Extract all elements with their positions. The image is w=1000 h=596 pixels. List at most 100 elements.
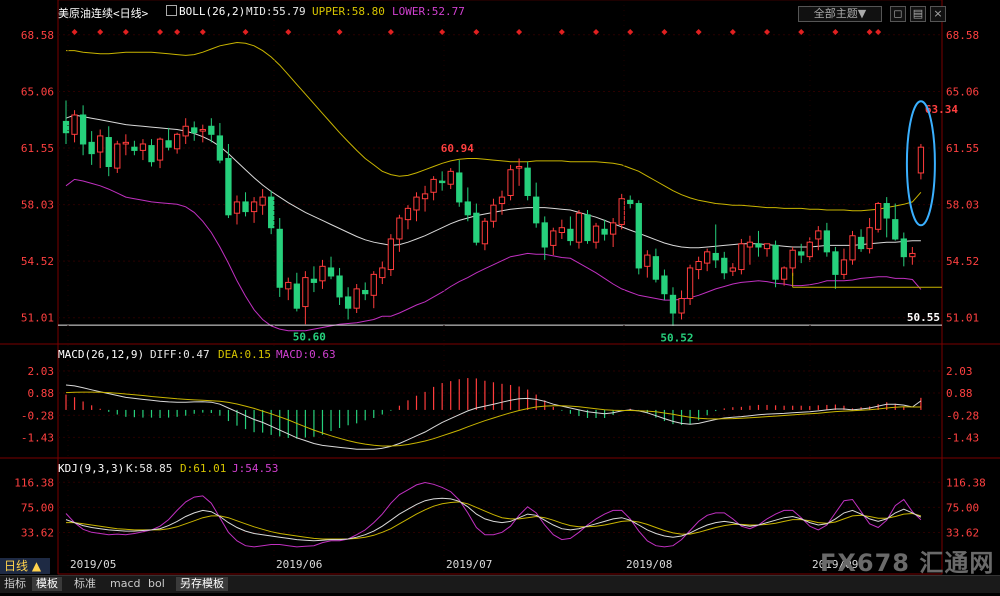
y-tick-label-left: 54.52 xyxy=(21,255,54,268)
tab-macd[interactable]: macd xyxy=(106,577,145,591)
price-annotation: 60.94 xyxy=(441,142,474,155)
candle xyxy=(917,143,925,180)
candle-body xyxy=(62,120,70,134)
candle-body xyxy=(191,127,198,134)
candle xyxy=(62,100,70,144)
candle-body xyxy=(857,236,865,250)
close-icon[interactable]: × xyxy=(930,6,946,22)
candle xyxy=(387,234,395,276)
candle-body xyxy=(353,288,360,309)
candle-body xyxy=(88,141,95,155)
candle-body xyxy=(627,199,634,205)
candle xyxy=(122,134,129,156)
candle xyxy=(71,110,78,143)
candle xyxy=(550,227,557,256)
candle-body xyxy=(823,230,831,253)
candle xyxy=(319,259,326,289)
y-tick-label-left: 0.88 xyxy=(28,387,55,400)
candle-body xyxy=(216,135,224,161)
candle-body xyxy=(669,294,677,314)
kdj-label: KDJ(9,3,3) xyxy=(58,462,125,475)
candle-body xyxy=(182,125,189,137)
bottom-tab-bar: 指标 模板 标准 macd bol 另存模板 xyxy=(0,575,1000,593)
candle-body xyxy=(473,212,480,243)
candle-body xyxy=(293,283,300,309)
candle xyxy=(268,190,275,235)
restore-icon[interactable]: ◻ xyxy=(890,6,906,22)
candle-body xyxy=(362,289,369,295)
candle-body xyxy=(139,143,147,151)
candle xyxy=(302,271,309,325)
candle-body xyxy=(644,254,651,267)
candle xyxy=(148,139,155,167)
candle xyxy=(165,127,172,151)
candle-body xyxy=(798,251,805,256)
candle xyxy=(421,185,429,212)
period-selector[interactable]: 日线 ▲ xyxy=(0,558,50,574)
candle xyxy=(755,230,762,257)
candle xyxy=(242,192,249,217)
candle xyxy=(473,203,480,246)
candle-body xyxy=(866,227,873,250)
candle xyxy=(97,129,104,169)
candle-body xyxy=(439,180,446,184)
candle-body xyxy=(71,114,78,135)
tab-indicator[interactable]: 指标 xyxy=(0,577,30,591)
candle-body xyxy=(336,275,343,298)
candle-body xyxy=(840,259,848,275)
tab-bol[interactable]: bol xyxy=(144,577,169,591)
tab-standard[interactable]: 标准 xyxy=(70,577,100,591)
candle xyxy=(832,247,839,289)
tab-template[interactable]: 模板 xyxy=(32,577,62,591)
macd-diff-value: DIFF:0.47 xyxy=(150,348,210,361)
y-tick-label-left: -0.28 xyxy=(21,409,54,422)
candle-body xyxy=(370,273,377,296)
candle xyxy=(704,248,711,272)
boll-label: BOLL(26,2) xyxy=(179,5,246,18)
settings-icon[interactable]: ▤ xyxy=(910,6,926,22)
candle-body xyxy=(421,193,429,200)
candle-body xyxy=(763,243,771,250)
candle xyxy=(618,193,625,230)
y-tick-label-left: 51.01 xyxy=(21,312,54,325)
theme-select-button[interactable]: 全部主题▼ xyxy=(798,6,882,22)
tab-save-template[interactable]: 另存模板 xyxy=(176,577,228,591)
candle xyxy=(413,192,420,222)
y-tick-label-left: 65.06 xyxy=(21,85,54,98)
candle-body xyxy=(900,238,907,258)
candle-body xyxy=(704,251,711,264)
candle xyxy=(293,272,300,312)
candle xyxy=(883,197,890,238)
candle xyxy=(344,287,352,320)
candle-body xyxy=(789,249,796,269)
candle-body xyxy=(507,169,514,196)
kdj-k-value: K:58.85 xyxy=(126,462,173,475)
candle-body xyxy=(148,145,155,163)
candle-body xyxy=(533,196,540,224)
candle xyxy=(139,139,147,161)
signal-marker xyxy=(866,29,873,35)
candle-body xyxy=(815,230,822,240)
candle xyxy=(515,158,523,186)
y-tick-label-right: 58.03 xyxy=(946,199,979,212)
candle-body xyxy=(233,201,241,214)
candle xyxy=(729,263,736,276)
candle xyxy=(250,197,258,223)
candle xyxy=(567,216,574,246)
signal-marker xyxy=(473,29,480,35)
y-tick-label-left: 58.03 xyxy=(21,199,54,212)
candle xyxy=(840,248,848,280)
candle-body xyxy=(387,238,395,271)
chart-canvas: 68.58 68.58 65.06 65.06 61.55 61.55 58.03 58.03… xyxy=(0,0,1000,575)
kdj-d-value: D:61.01 xyxy=(180,462,227,475)
candle-body xyxy=(285,281,292,290)
candle-body xyxy=(567,228,574,242)
signal-marker xyxy=(661,29,668,35)
candle-body xyxy=(686,267,694,300)
candle xyxy=(259,189,266,215)
candle-body xyxy=(396,217,403,240)
signal-marker xyxy=(157,29,164,35)
boll-mid-value: MID:55.79 xyxy=(246,5,306,18)
candle-body xyxy=(259,196,266,206)
price-annotation: 50.60 xyxy=(293,330,326,343)
